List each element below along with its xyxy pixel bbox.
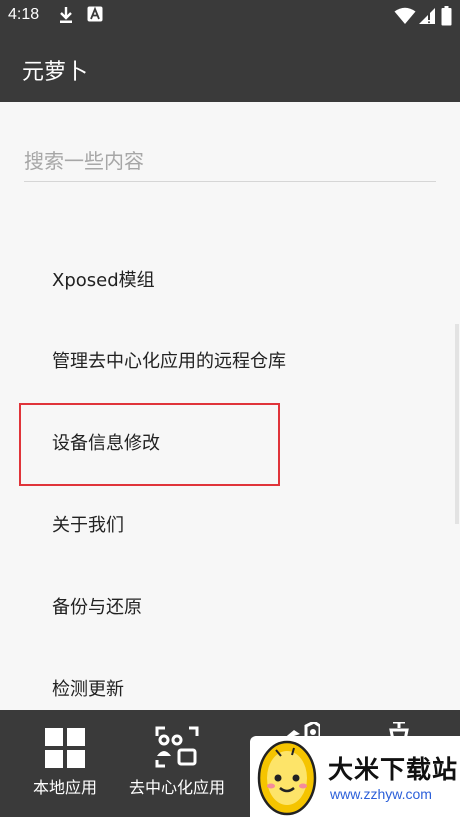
- menu-item-about-us[interactable]: 关于我们: [0, 495, 460, 555]
- battery-icon: [441, 6, 452, 30]
- app-title: 元萝卜: [22, 59, 89, 84]
- apps-network-icon: [155, 726, 199, 772]
- highlight-box: [19, 403, 280, 486]
- search-field[interactable]: [24, 140, 436, 182]
- nav-tab-local-apps[interactable]: 本地应用: [14, 710, 116, 817]
- menu-item-label: 备份与还原: [52, 597, 142, 618]
- menu-item-label: Xposed模组: [52, 270, 155, 291]
- menu-item-backup-restore[interactable]: 备份与还原: [0, 577, 460, 637]
- status-time: 4:18: [8, 6, 40, 23]
- nav-tab-label: 本地应用: [32, 778, 97, 797]
- nav-tab-label: 去中心化应用: [128, 778, 225, 797]
- status-bar: 4:18: [0, 0, 460, 32]
- menu-item-label: 关于我们: [52, 515, 124, 536]
- menu-item-label: 管理去中心化应用的远程仓库: [52, 351, 286, 372]
- watermark-title: 大米下载站: [328, 755, 459, 784]
- search-input[interactable]: [24, 140, 436, 181]
- download-icon: [58, 6, 74, 28]
- menu-item-check-update[interactable]: 检测更新: [0, 659, 460, 710]
- menu-item-xposed-modules[interactable]: Xposed模组: [0, 250, 460, 310]
- rice-mascot-icon: [254, 736, 320, 817]
- scrollbar[interactable]: [455, 324, 459, 524]
- nav-tab-decentralized-apps[interactable]: 去中心化应用: [118, 710, 236, 817]
- wifi-icon: [394, 7, 416, 29]
- watermark-badge: 大米下载站 www.zzhyw.com: [250, 736, 460, 817]
- main-content: Xposed模组 管理去中心化应用的远程仓库 设备信息修改 关于我们 备份与还原…: [0, 102, 460, 710]
- signal-icon: [418, 7, 436, 29]
- grid-icon: [45, 728, 85, 772]
- watermark-url: www.zzhyw.com: [330, 786, 432, 802]
- menu-item-label: 检测更新: [52, 679, 124, 700]
- menu-item-remote-repo[interactable]: 管理去中心化应用的远程仓库: [0, 331, 460, 391]
- a-notification-icon: [87, 6, 103, 26]
- app-bar: 元萝卜: [0, 32, 460, 102]
